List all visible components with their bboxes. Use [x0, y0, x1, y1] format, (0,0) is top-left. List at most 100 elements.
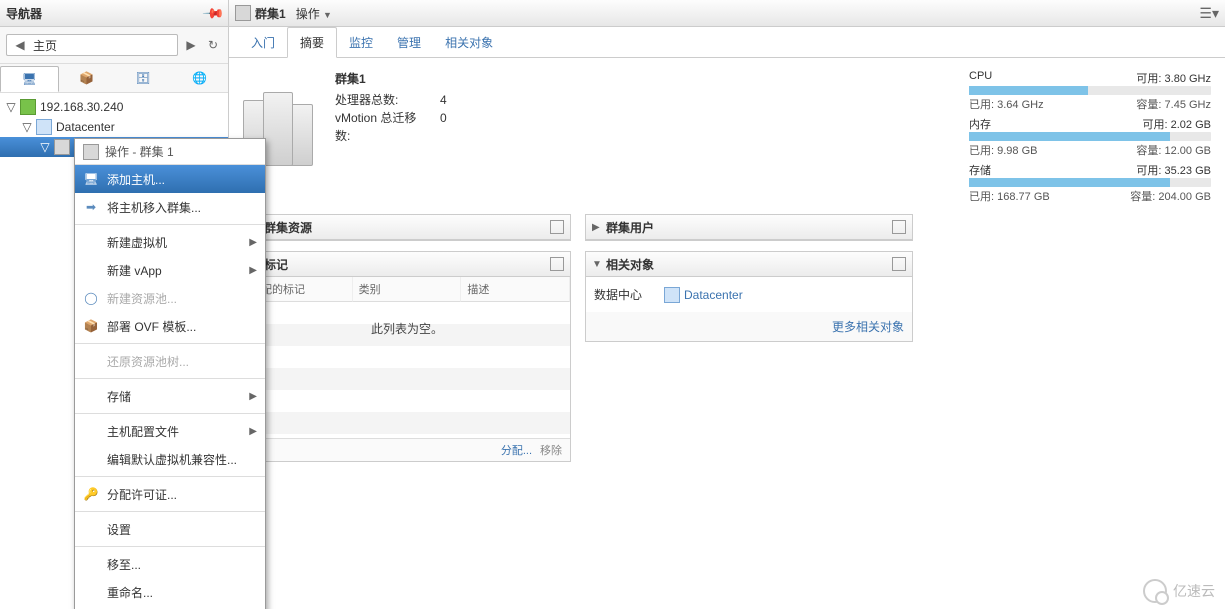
- tab-getting-started[interactable]: 入门: [239, 28, 287, 57]
- more-related-link[interactable]: 更多相关对象: [832, 320, 904, 334]
- ctx-item[interactable]: ➡将主机移入群集...: [75, 193, 265, 221]
- sidebar-title: 导航器: [6, 5, 42, 22]
- ctx-item: ◯新建资源池...: [75, 284, 265, 312]
- portlet-tags: ▼标记 分配的标记 类别 描述 此列表为空。 分配... 移除: [243, 251, 571, 462]
- vcenter-icon: [20, 99, 36, 115]
- network-view-tab[interactable]: 🌐: [172, 66, 229, 90]
- tags-empty-msg: 此列表为空。: [244, 302, 570, 438]
- blank-icon: [83, 234, 99, 250]
- chevron-right-icon: ▶: [249, 391, 257, 402]
- chevron-right-icon: ▶: [249, 265, 257, 276]
- hosts-icon: 🖥: [22, 72, 37, 86]
- cluster-icon: [83, 144, 99, 160]
- ctx-item[interactable]: 📦部署 OVF 模板...: [75, 312, 265, 340]
- portlet-cluster-users: ▶群集用户: [585, 214, 913, 241]
- portlet-box-icon[interactable]: [892, 257, 906, 271]
- blank-icon: [83, 584, 99, 600]
- ctx-item[interactable]: 设置: [75, 515, 265, 543]
- caret-icon[interactable]: ▽: [6, 100, 16, 114]
- blank-icon: [83, 262, 99, 278]
- portlet-cluster-resources: ▶群集资源: [243, 214, 571, 241]
- pin-icon[interactable]: 📌: [201, 1, 225, 25]
- main-panel: 群集1 操作 ▼ ☰▾ 入门 摘要 监控 管理 相关对象 群集1: [229, 0, 1225, 609]
- breadcrumb[interactable]: ◀ 主页: [6, 34, 178, 56]
- context-menu-header: 操作 - 群集 1: [75, 139, 265, 165]
- blank-icon: [83, 388, 99, 404]
- history-icon[interactable]: ↻: [204, 36, 222, 54]
- gear-icon[interactable]: ☰▾: [1199, 5, 1219, 22]
- cluster-icon: [54, 139, 70, 155]
- tab-manage[interactable]: 管理: [385, 28, 433, 57]
- vms-view-tab[interactable]: 📦: [59, 66, 116, 90]
- chevron-down-icon[interactable]: ▼: [592, 259, 606, 270]
- blank-icon: [83, 451, 99, 467]
- breadcrumb-bar: ◀ 主页 ▶ ↻: [0, 27, 228, 64]
- portlet-box-icon[interactable]: [550, 220, 564, 234]
- chevron-right-icon: ▶: [249, 237, 257, 248]
- ctx-item[interactable]: 新建虚拟机▶: [75, 228, 265, 256]
- cluster-info: 群集1 处理器总数:4 vMotion 总迁移数:0: [335, 70, 447, 204]
- object-name: 群集1: [335, 70, 447, 87]
- ctx-item[interactable]: 存储▶: [75, 382, 265, 410]
- network-icon: 🌐: [192, 71, 207, 85]
- ctx-item[interactable]: 移至...: [75, 550, 265, 578]
- watermark-logo-icon: [1143, 579, 1167, 603]
- back-icon[interactable]: ◀: [11, 36, 29, 54]
- main-header: 群集1 操作 ▼ ☰▾: [229, 0, 1225, 27]
- cluster-icon: [235, 5, 251, 21]
- remove-tag-link: 移除: [540, 442, 562, 458]
- related-dc-label: 数据中心: [594, 286, 654, 303]
- ctx-item[interactable]: 🔑分配许可证...: [75, 480, 265, 508]
- context-menu: 操作 - 群集 1 🖥添加主机...➡将主机移入群集... 新建虚拟机▶新建 vA…: [74, 138, 266, 609]
- portlet-box-icon[interactable]: [550, 257, 564, 271]
- meter-存储: 存储可用: 35.23 GB已用: 168.77 GB容量: 204.00 GB: [969, 162, 1211, 204]
- assign-tag-link[interactable]: 分配...: [501, 442, 532, 458]
- actions-menu[interactable]: 操作 ▼: [296, 5, 332, 22]
- tab-related[interactable]: 相关对象: [433, 28, 505, 57]
- ctx-item[interactable]: 主机配置文件▶: [75, 417, 265, 445]
- portlet-box-icon[interactable]: [892, 220, 906, 234]
- ctx-item[interactable]: 编辑默认虚拟机兼容性...: [75, 445, 265, 473]
- tree-datacenter[interactable]: ▽ Datacenter: [0, 117, 228, 137]
- caret-icon[interactable]: ▽: [22, 120, 32, 134]
- caret-icon[interactable]: ▽: [40, 140, 50, 154]
- storage-icon: 🗄: [136, 71, 151, 85]
- tab-summary[interactable]: 摘要: [287, 27, 337, 58]
- tab-monitor[interactable]: 监控: [337, 28, 385, 57]
- chevron-down-icon: ▼: [323, 10, 332, 20]
- move-icon: ➡: [83, 199, 99, 215]
- pool-icon: ◯: [83, 290, 99, 306]
- ctx-item[interactable]: 🖥添加主机...: [75, 165, 265, 193]
- meter-内存: 内存可用: 2.02 GB已用: 9.98 GB容量: 12.00 GB: [969, 116, 1211, 158]
- ovf-icon: 📦: [83, 318, 99, 334]
- col-category[interactable]: 类别: [353, 277, 462, 302]
- host-icon: 🖥: [83, 171, 99, 187]
- blank-icon: [83, 556, 99, 572]
- forward-icon[interactable]: ▶: [182, 36, 200, 54]
- sidebar-header: 导航器 📌: [0, 0, 228, 27]
- blank-icon: [83, 423, 99, 439]
- inventory-view-tabs: 🖥 📦 🗄 🌐: [0, 64, 228, 93]
- chevron-right-icon[interactable]: ▶: [592, 222, 606, 233]
- related-dc-link[interactable]: Datacenter: [664, 287, 743, 303]
- datacenter-icon: [36, 119, 52, 135]
- col-description[interactable]: 描述: [461, 277, 570, 302]
- blank-icon: [83, 521, 99, 537]
- resource-meters: CPU可用: 3.80 GHz已用: 3.64 GHz容量: 7.45 GHz内…: [969, 70, 1211, 204]
- portlet-related-objects: ▼相关对象 数据中心 Datacenter 更多相关对象: [585, 251, 913, 342]
- vm-icon: 📦: [79, 71, 94, 85]
- ctx-item: 还原资源池树...: [75, 347, 265, 375]
- ctx-item[interactable]: 重命名...: [75, 578, 265, 606]
- chevron-right-icon: ▶: [249, 426, 257, 437]
- datacenter-icon: [664, 287, 680, 303]
- ctx-item[interactable]: 新建 vApp▶: [75, 256, 265, 284]
- meter-CPU: CPU可用: 3.80 GHz已用: 3.64 GHz容量: 7.45 GHz: [969, 70, 1211, 112]
- blank-icon: [83, 353, 99, 369]
- lic-icon: 🔑: [83, 486, 99, 502]
- summary-content: 群集1 处理器总数:4 vMotion 总迁移数:0 CPU可用: 3.80 G…: [229, 58, 1225, 609]
- hosts-view-tab[interactable]: 🖥: [0, 66, 59, 92]
- storage-view-tab[interactable]: 🗄: [115, 66, 172, 90]
- breadcrumb-label: 主页: [33, 37, 57, 54]
- watermark: 亿速云: [1143, 579, 1215, 603]
- tree-vcenter[interactable]: ▽ 192.168.30.240: [0, 97, 228, 117]
